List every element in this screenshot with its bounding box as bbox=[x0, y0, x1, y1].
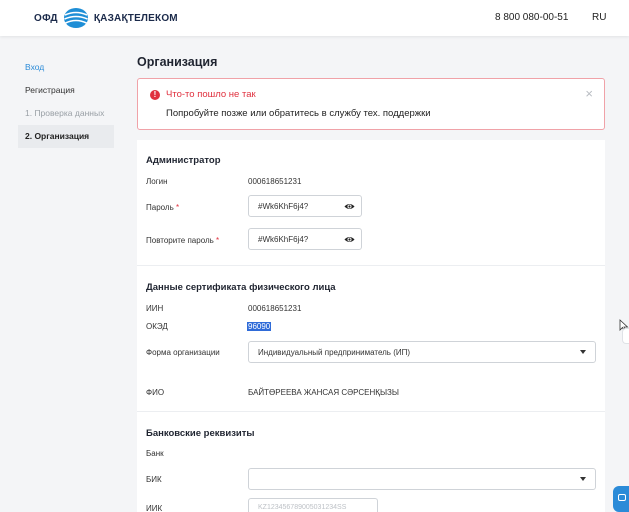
alert-title: Что-то пошло не так bbox=[166, 89, 256, 100]
iik-label: ИИК bbox=[146, 504, 163, 512]
required-mark: * bbox=[176, 203, 180, 212]
logo-ofd-text: ОФД bbox=[34, 12, 58, 24]
eye-icon[interactable] bbox=[344, 234, 355, 245]
okzd-value: 96090 bbox=[247, 322, 272, 331]
side-panel-tab[interactable] bbox=[622, 328, 629, 344]
repeat-password-label-text: Повторите пароль bbox=[146, 236, 214, 245]
divider bbox=[137, 265, 605, 266]
password-label: Пароль * bbox=[146, 203, 179, 212]
login-value: 000618651231 bbox=[248, 177, 302, 186]
fio-label: ФИО bbox=[146, 388, 165, 397]
chat-icon bbox=[618, 494, 626, 501]
organization-form-card: Администратор Логин 000618651231 Пароль … bbox=[137, 140, 605, 512]
admin-section-title: Администратор bbox=[146, 155, 221, 166]
bank-label: Банк bbox=[146, 449, 164, 458]
repeat-password-label: Повторите пароль * bbox=[146, 236, 219, 245]
error-alert: ! Что-то пошло не так Попробуйте позже и… bbox=[137, 78, 605, 130]
iin-label: ИИН bbox=[146, 304, 164, 313]
repeat-password-value: #Wk6KhF6j4? bbox=[258, 235, 309, 244]
org-form-select[interactable]: Индивидуальный предприниматель (ИП) bbox=[248, 341, 596, 363]
iin-value: 000618651231 bbox=[248, 304, 302, 313]
logo[interactable]: ОФД ҚАЗАҚТЕЛЕКОМ bbox=[34, 7, 178, 29]
required-mark: * bbox=[216, 236, 220, 245]
sidebar-item-registration[interactable]: Регистрация bbox=[18, 79, 114, 102]
sidebar: Вход Регистрация 1. Проверка данных 2. О… bbox=[18, 56, 114, 148]
org-form-value: Индивидуальный предприниматель (ИП) bbox=[258, 348, 411, 357]
logo-brand-text: ҚАЗАҚТЕЛЕКОМ bbox=[93, 12, 178, 24]
login-label: Логин bbox=[146, 177, 168, 186]
chevron-down-icon bbox=[580, 350, 586, 354]
divider bbox=[137, 411, 605, 412]
certificate-section-title: Данные сертификата физического лица bbox=[146, 282, 336, 293]
language-switcher[interactable]: RU bbox=[592, 12, 606, 23]
page-title: Организация bbox=[137, 55, 218, 69]
org-form-label: Форма организации bbox=[146, 348, 220, 357]
chevron-down-icon bbox=[580, 477, 586, 481]
bik-select[interactable] bbox=[248, 468, 596, 490]
sidebar-item-data-check: 1. Проверка данных bbox=[25, 108, 105, 118]
sidebar-item-login[interactable]: Вход bbox=[18, 56, 114, 79]
error-icon: ! bbox=[150, 90, 160, 100]
bank-section-title: Банковские реквизиты bbox=[146, 428, 255, 439]
okzd-label: ОКЭД bbox=[146, 322, 168, 331]
bik-label: БИК bbox=[146, 475, 162, 484]
password-field[interactable]: #Wk6KhF6j4? bbox=[248, 195, 362, 217]
top-header: ОФД ҚАЗАҚТЕЛЕКОМ 8 800 080-00-51 RU bbox=[0, 0, 629, 36]
password-label-text: Пароль bbox=[146, 203, 174, 212]
support-phone[interactable]: 8 800 080-00-51 bbox=[495, 12, 568, 23]
iik-input[interactable]: KZ123456789005031234SS bbox=[248, 498, 378, 512]
globe-logo-icon bbox=[63, 8, 88, 28]
fio-value: БАЙТӨРЕЕВА ЖАНСАЯ СӘРСЕНҚЫЗЫ bbox=[248, 388, 399, 397]
eye-icon[interactable] bbox=[344, 201, 355, 212]
close-icon[interactable]: × bbox=[585, 87, 593, 100]
iik-placeholder: KZ123456789005031234SS bbox=[258, 504, 347, 511]
password-value: #Wk6KhF6j4? bbox=[258, 202, 309, 211]
alert-message: Попробуйте позже или обратитесь в службу… bbox=[166, 108, 431, 119]
repeat-password-field[interactable]: #Wk6KhF6j4? bbox=[248, 228, 362, 250]
sidebar-item-organization[interactable]: 2. Организация bbox=[18, 125, 114, 148]
chat-button[interactable] bbox=[613, 486, 629, 512]
